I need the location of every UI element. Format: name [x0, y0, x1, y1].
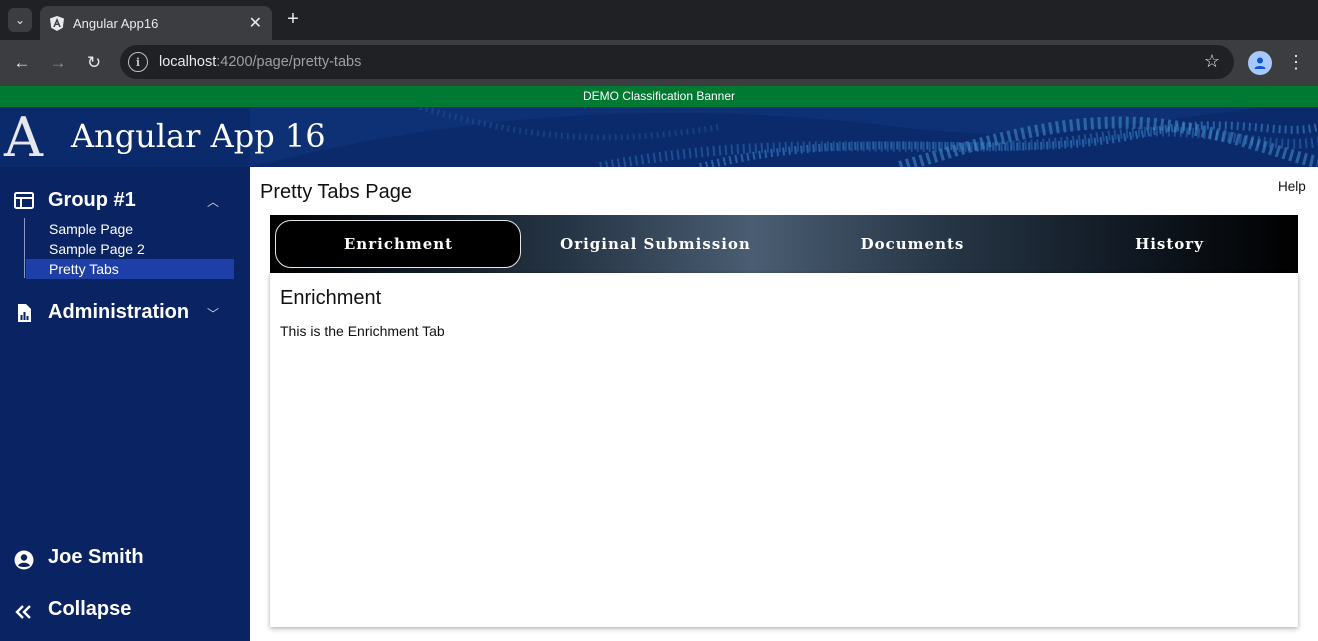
sidebar-group-label: Group #1 [48, 189, 136, 211]
sidebar: Group #1 ︿ Sample Page Sample Page 2 Pre… [0, 167, 250, 641]
report-icon [18, 304, 31, 322]
collapse-button[interactable]: Collapse [0, 593, 250, 629]
tab-original-submission[interactable]: Original Submission [527, 215, 784, 273]
new-tab-icon[interactable]: + [282, 8, 304, 30]
user-name: Joe Smith [48, 546, 144, 568]
sidebar-item-pretty-tabs[interactable]: Pretty Tabs [26, 259, 234, 279]
browser-menu-icon[interactable]: ⋮ [1286, 50, 1306, 74]
sidebar-item-sample-page[interactable]: Sample Page [26, 219, 234, 239]
account-circle-icon [14, 550, 34, 570]
double-chevron-left-icon [15, 605, 31, 619]
reload-icon[interactable]: ↻ [82, 51, 106, 75]
browser-toolbar: ← → ↻ i localhost:4200/page/pretty-tabs … [0, 40, 1318, 86]
collapse-label: Collapse [48, 598, 132, 620]
sidebar-group-label: Administration [48, 301, 190, 323]
tab-content-text: This is the Enrichment Tab [280, 323, 445, 339]
nav-tree-line [24, 218, 25, 278]
bookmark-star-icon[interactable]: ☆ [1204, 51, 1220, 72]
tab-content-heading: Enrichment [280, 287, 382, 309]
url-text[interactable]: localhost:4200/page/pretty-tabs [159, 54, 361, 70]
sidebar-group-administration[interactable]: Administration ﹀ [0, 293, 250, 333]
profile-icon[interactable] [1248, 51, 1272, 75]
classification-banner: DEMO Classification Banner [0, 86, 1318, 107]
app-header: A Angular App 16 [0, 107, 1318, 167]
pretty-tab-bar: Enrichment Original Submission Documents… [270, 215, 1298, 273]
tab-search-dropdown-icon[interactable]: ⌄ [8, 8, 32, 32]
angular-favicon-icon [49, 15, 65, 31]
site-info-icon[interactable]: i [128, 52, 148, 72]
chevron-down-icon[interactable]: ﹀ [207, 305, 219, 322]
tab-enrichment[interactable]: Enrichment [270, 215, 527, 273]
tab-content-card: Enrichment This is the Enrichment Tab [270, 273, 1298, 627]
address-bar[interactable]: i localhost:4200/page/pretty-tabs ☆ [120, 45, 1234, 79]
back-icon[interactable]: ← [10, 51, 34, 75]
tab-history[interactable]: History [1041, 215, 1298, 273]
forward-icon[interactable]: → [46, 51, 70, 75]
page-title: Pretty Tabs Page [260, 181, 412, 203]
close-tab-icon[interactable]: ✕ [249, 13, 262, 33]
browser-tabstrip: ⌄ Angular App16 ✕ + [0, 0, 1318, 40]
sidebar-group-1[interactable]: Group #1 ︿ [0, 181, 250, 221]
chevron-up-icon[interactable]: ︿ [207, 193, 219, 210]
tab-documents[interactable]: Documents [784, 215, 1041, 273]
browser-tab-title: Angular App16 [73, 15, 159, 31]
browser-tab[interactable]: Angular App16 ✕ [40, 6, 272, 40]
app-logo[interactable]: A [4, 111, 43, 165]
app-title[interactable]: Angular App 16 [71, 117, 326, 155]
dashboard-icon [14, 192, 34, 209]
help-link[interactable]: Help [1278, 179, 1306, 194]
user-menu[interactable]: Joe Smith [0, 541, 250, 577]
sidebar-item-sample-page-2[interactable]: Sample Page 2 [26, 239, 234, 259]
